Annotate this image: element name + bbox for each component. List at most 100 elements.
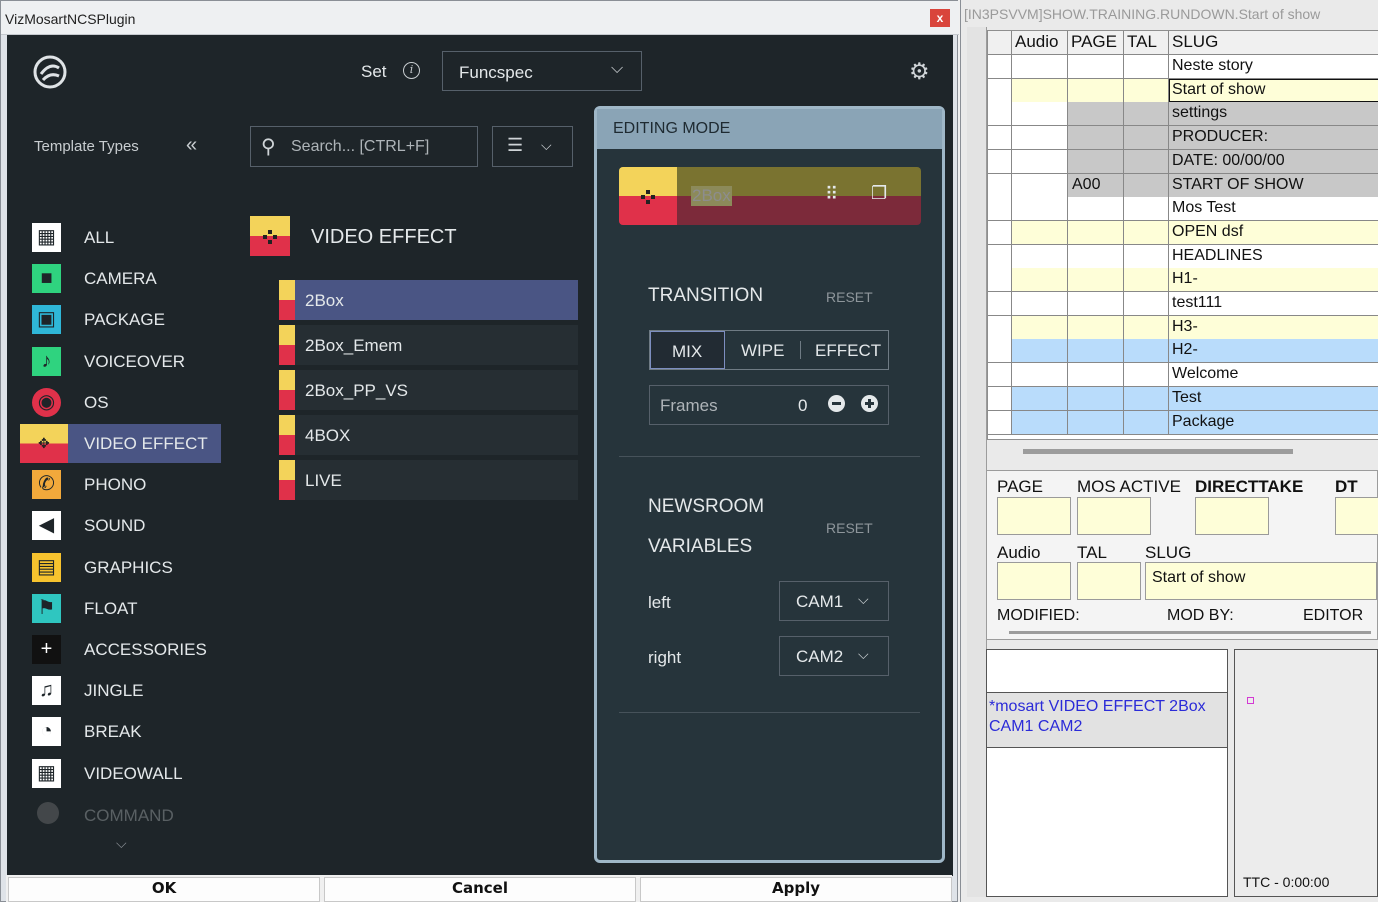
- gear-icon[interactable]: ⚙: [909, 58, 930, 85]
- table-cell: [1068, 315, 1124, 339]
- info-icon[interactable]: i: [403, 62, 420, 79]
- newsroom-reset-button[interactable]: RESET: [826, 520, 873, 536]
- search-placeholder: Search... [CTRL+F]: [291, 138, 430, 155]
- copy-icon[interactable]: ❐: [871, 183, 887, 204]
- set-label: Set: [361, 62, 387, 81]
- frames-stepper[interactable]: Frames 0: [649, 385, 889, 425]
- table-row[interactable]: Mos Test: [988, 197, 1378, 222]
- template-item[interactable]: 2Box_PP_VS: [279, 370, 578, 410]
- table-row[interactable]: Start of show: [988, 78, 1378, 103]
- transition-reset-button[interactable]: RESET: [826, 289, 873, 305]
- header-audio[interactable]: Audio: [1012, 31, 1068, 54]
- slug-field[interactable]: Start of show: [1145, 562, 1377, 600]
- table-cell: [988, 292, 1012, 315]
- table-cell: [1012, 292, 1068, 315]
- sidebar-item-all[interactable]: ▦ ALL: [20, 218, 221, 257]
- layout-icon: ▤: [32, 552, 61, 582]
- drag-handle-icon[interactable]: ⠿: [825, 184, 838, 205]
- sidebar-item-command[interactable]: COMMAND: [20, 800, 221, 830]
- audio-label: Audio: [997, 543, 1041, 562]
- scroll-down-icon[interactable]: ⌵: [116, 835, 127, 852]
- table-cell: H1-: [1169, 268, 1378, 292]
- card-name[interactable]: 2Box: [691, 186, 732, 206]
- collapse-sidebar-icon[interactable]: «: [186, 134, 197, 157]
- table-row[interactable]: Welcome: [988, 363, 1378, 388]
- table-row[interactable]: HEADLINES: [988, 244, 1378, 269]
- apply-button[interactable]: Apply: [640, 877, 952, 902]
- close-button[interactable]: x: [930, 9, 950, 27]
- table-cell: [1012, 339, 1068, 363]
- sidebar-item-float[interactable]: ⚑ FLOAT: [20, 589, 221, 628]
- audio-field[interactable]: [997, 562, 1071, 600]
- template-item[interactable]: LIVE: [279, 460, 578, 500]
- table-row[interactable]: OPEN dsf: [988, 220, 1378, 245]
- table-cell: [988, 244, 1012, 268]
- var-left-value: CAM1: [796, 592, 844, 611]
- video-effect-icon: [279, 280, 295, 320]
- table-cell: [1068, 268, 1124, 292]
- transition-mix[interactable]: MIX: [650, 331, 725, 369]
- template-card[interactable]: 2Box ⠿ ❐: [619, 167, 921, 225]
- directtake-field[interactable]: [1195, 497, 1269, 535]
- ok-button[interactable]: OK: [8, 877, 320, 902]
- horizontal-scrollbar[interactable]: [1023, 449, 1293, 454]
- transition-effect[interactable]: EFFECT: [815, 341, 881, 361]
- search-input[interactable]: ⚲ Search... [CTRL+F]: [250, 126, 478, 167]
- sidebar-item-voiceover[interactable]: ♪ VOICEOVER: [20, 342, 221, 381]
- dt-field[interactable]: [1335, 497, 1378, 535]
- table-row[interactable]: A00 START OF SHOW: [988, 173, 1378, 198]
- set-dropdown[interactable]: Funcspec ⌵: [442, 51, 642, 91]
- sidebar-item-accessories[interactable]: + ACCESSORIES: [20, 630, 221, 669]
- view-mode-button[interactable]: ☰ ⌵: [492, 126, 573, 167]
- header-tal[interactable]: TAL: [1124, 31, 1169, 54]
- sidebar-item-break[interactable]: ◔ BREAK: [20, 712, 221, 751]
- header-slug[interactable]: SLUG: [1169, 31, 1378, 54]
- table-row[interactable]: test111: [988, 292, 1378, 316]
- cancel-button[interactable]: Cancel: [324, 877, 636, 902]
- template-item[interactable]: 2Box_Emem: [279, 325, 578, 365]
- var-right-select[interactable]: CAM2 ⌵: [779, 636, 889, 676]
- mos-item[interactable]: *mosart VIDEO EFFECT 2Box CAM1 CAM2: [987, 692, 1227, 748]
- sidebar-item-label: CAMERA: [84, 269, 157, 289]
- transition-wipe[interactable]: WIPE: [741, 341, 784, 361]
- sidebar-item-videowall[interactable]: ▦ VIDEOWALL: [20, 754, 221, 793]
- sidebar-item-sound[interactable]: ◀ SOUND: [20, 506, 221, 545]
- table-row[interactable]: Test: [988, 386, 1378, 411]
- mos-active-label: MOS ACTIVE: [1077, 477, 1181, 496]
- var-left-select[interactable]: CAM1 ⌵: [779, 581, 889, 621]
- vertical-scrollbar[interactable]: [967, 27, 987, 897]
- mos-active-field[interactable]: [1077, 497, 1151, 535]
- plus-icon[interactable]: [861, 395, 878, 412]
- table-row[interactable]: Neste story: [988, 55, 1378, 79]
- sidebar-item-os[interactable]: ◉ OS: [20, 383, 221, 422]
- table-row[interactable]: Package: [988, 410, 1378, 435]
- table-row[interactable]: H2-: [988, 339, 1378, 364]
- slug-label: SLUG: [1145, 543, 1192, 562]
- frames-value: 0: [798, 396, 808, 415]
- sidebar-item-package[interactable]: ▣ PACKAGE: [20, 300, 221, 339]
- table-cell: [988, 102, 1012, 126]
- table-cell: Package: [1169, 410, 1378, 434]
- table-row[interactable]: H3-: [988, 315, 1378, 340]
- template-item-label: 2Box_Emem: [305, 336, 403, 355]
- template-item[interactable]: 4BOX: [279, 415, 578, 455]
- clock-icon: ◔: [32, 717, 61, 747]
- sidebar-item-graphics[interactable]: ▤ GRAPHICS: [20, 548, 221, 587]
- editing-panel: EDITING MODE 2Box ⠿ ❐ TRANSITION RESET M…: [594, 106, 945, 863]
- sidebar-item-label: GRAPHICS: [84, 557, 173, 577]
- header-page[interactable]: PAGE: [1068, 31, 1124, 54]
- minus-icon[interactable]: [828, 395, 845, 412]
- table-row[interactable]: settings: [988, 102, 1378, 127]
- sidebar-item-jingle[interactable]: ♫ JINGLE: [20, 671, 221, 710]
- command-icon: [37, 802, 59, 824]
- table-row[interactable]: H1-: [988, 268, 1378, 293]
- sidebar-item-phono[interactable]: ✆ PHONO: [20, 465, 221, 504]
- horizontal-scrollbar[interactable]: [1009, 631, 1371, 634]
- page-field[interactable]: [997, 497, 1071, 535]
- table-row[interactable]: PRODUCER:: [988, 126, 1378, 151]
- tal-field[interactable]: [1077, 562, 1141, 600]
- table-row[interactable]: DATE: 00/00/00: [988, 149, 1378, 174]
- template-item[interactable]: 2Box: [279, 280, 578, 320]
- sidebar-item-camera[interactable]: ■ CAMERA: [20, 259, 221, 298]
- sidebar-item-video-effect[interactable]: ✥ VIDEO EFFECT: [20, 424, 221, 463]
